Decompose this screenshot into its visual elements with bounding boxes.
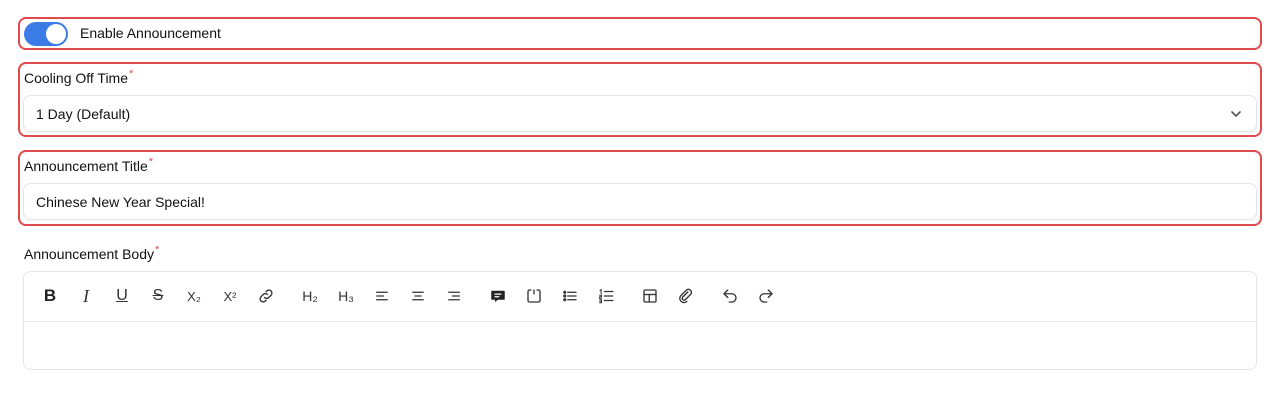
announcement-body-label-text: Announcement Body xyxy=(24,246,154,262)
align-center-button[interactable] xyxy=(407,285,429,307)
bullet-list-button[interactable] xyxy=(559,285,581,307)
link-icon xyxy=(679,288,693,304)
undo-icon xyxy=(723,289,737,303)
announcement-title-label: Announcement Title* xyxy=(24,156,154,174)
link-button[interactable] xyxy=(255,285,277,307)
italic-icon: I xyxy=(83,285,89,306)
redo-button[interactable] xyxy=(755,285,777,307)
announcement-title-value: Chinese New Year Special! xyxy=(36,194,205,210)
cooling-off-time-value: 1 Day (Default) xyxy=(36,106,131,122)
announcement-body-label: Announcement Body* xyxy=(24,244,160,262)
undo-button[interactable] xyxy=(719,285,741,307)
redo-icon xyxy=(759,289,773,303)
enable-announcement-label: Enable Announcement xyxy=(80,25,221,41)
cooling-off-time-label: Cooling Off Time* xyxy=(24,68,134,86)
announcement-title-input[interactable]: Chinese New Year Special! xyxy=(23,183,1257,220)
heading-2-icon: H₂ xyxy=(302,288,318,304)
underline-button[interactable]: U xyxy=(111,285,133,307)
cooling-off-time-select[interactable]: 1 Day (Default) xyxy=(23,95,1257,132)
table-icon xyxy=(643,289,657,303)
align-right-button[interactable] xyxy=(443,285,465,307)
cooling-off-time-label-text: Cooling Off Time xyxy=(24,70,129,86)
heading-2-button[interactable]: H₂ xyxy=(299,285,321,307)
strikethrough-button[interactable]: S xyxy=(147,285,169,307)
editor-toolbar: B I U S X₂ X² H₂ H₃ xyxy=(24,272,1256,322)
comment-button[interactable] xyxy=(487,285,509,307)
align-center-icon xyxy=(412,291,424,301)
align-left-button[interactable] xyxy=(371,285,393,307)
required-mark: * xyxy=(129,68,134,81)
heading-3-icon: H₃ xyxy=(338,288,354,304)
underline-icon: U xyxy=(116,287,128,304)
align-right-icon xyxy=(448,291,460,301)
code-block-button[interactable] xyxy=(523,285,545,307)
required-mark: * xyxy=(154,244,160,257)
bullet-list-icon xyxy=(563,290,577,302)
required-mark: * xyxy=(148,156,154,169)
announcement-title-label-text: Announcement Title xyxy=(24,158,148,174)
comment-icon xyxy=(491,290,505,302)
superscript-icon: X² xyxy=(223,288,237,304)
subscript-icon: X₂ xyxy=(187,288,201,304)
toggle-knob xyxy=(46,24,66,44)
chevron-down-icon xyxy=(1231,111,1241,117)
table-button[interactable] xyxy=(639,285,661,307)
ordered-list-button[interactable] xyxy=(595,285,617,307)
superscript-button[interactable]: X² xyxy=(219,285,241,307)
attachment-button[interactable] xyxy=(675,285,697,307)
strikethrough-icon: S xyxy=(152,287,164,304)
subscript-button[interactable]: X₂ xyxy=(183,285,205,307)
ordered-list-icon xyxy=(599,288,614,304)
announcement-body-editor: B I U S X₂ X² H₂ H₃ xyxy=(23,271,1257,370)
link-icon xyxy=(259,289,273,303)
italic-button[interactable]: I xyxy=(75,285,97,307)
enable-announcement-toggle[interactable] xyxy=(24,22,68,46)
bold-button[interactable]: B xyxy=(39,285,61,307)
editor-content-area[interactable] xyxy=(24,322,1256,369)
heading-3-button[interactable]: H₃ xyxy=(335,285,357,307)
code-block-icon xyxy=(527,289,541,303)
bold-icon: B xyxy=(43,286,57,305)
align-left-icon xyxy=(376,291,388,301)
